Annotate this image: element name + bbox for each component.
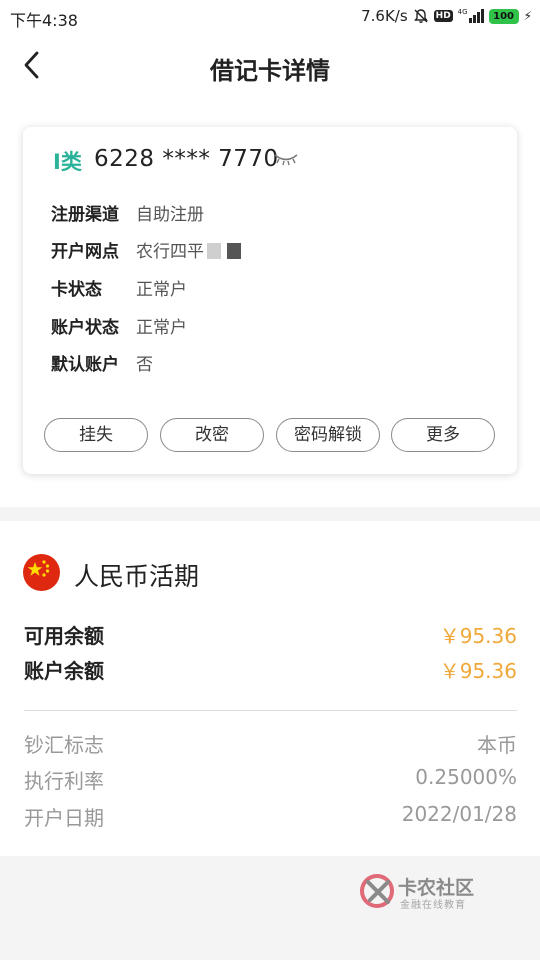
- info-label: 开户网点: [51, 242, 119, 262]
- info-row-account-status: 账户状态 正常户: [51, 316, 187, 340]
- debit-card: I类 6228 **** 7770 注册渠道 自助注册 开户网点 农行四平 卡状态正…: [23, 127, 517, 474]
- status-icons: 7.6K/s HD 4G 100 ⚡: [361, 7, 532, 25]
- info-value: 正常户: [136, 318, 187, 338]
- detail-value: 2022/01/28: [401, 802, 517, 826]
- info-label: 注册渠道: [51, 205, 119, 225]
- bell-off-icon: [413, 8, 429, 24]
- hd-icon: HD: [433, 10, 453, 22]
- detail-row-cash-flag: 钞汇标志 本币: [24, 729, 517, 757]
- redacted-mark: [207, 243, 221, 259]
- info-label: 账户状态: [51, 318, 119, 338]
- unlock-password-button[interactable]: 密码解锁: [276, 418, 380, 452]
- account-balance-label: 账户余额: [24, 659, 104, 683]
- info-row-card-status: 卡状态 正常户: [51, 278, 187, 302]
- info-value: 农行四平: [136, 242, 204, 262]
- info-row-branch: 开户网点 农行四平: [51, 240, 241, 264]
- net-speed: 7.6K/s: [361, 7, 408, 25]
- detail-value: 0.25000%: [415, 765, 517, 789]
- detail-row-open-date: 开户日期 2022/01/28: [24, 802, 517, 830]
- card-number: 6228 **** 7770: [94, 146, 279, 172]
- detail-row-interest-rate: 执行利率 0.25000%: [24, 765, 517, 793]
- account-balance-row: 账户余额 ￥95.36: [24, 655, 517, 683]
- info-value: 正常户: [136, 280, 187, 300]
- account-balance-value: ￥95.36: [439, 659, 517, 683]
- info-value: 否: [136, 355, 153, 375]
- info-label: 卡状态: [51, 280, 102, 300]
- change-password-button[interactable]: 改密: [160, 418, 264, 452]
- available-balance-row: 可用余额 ￥95.36: [24, 620, 517, 648]
- account-section: 人民币活期 可用余额 ￥95.36 账户余额 ￥95.36 钞汇标志 本币 执行…: [0, 521, 540, 856]
- info-row-channel: 注册渠道 自助注册: [51, 203, 204, 227]
- status-time: 下午4:38: [10, 11, 78, 30]
- battery-icon: 100: [488, 8, 519, 24]
- info-row-default-account: 默认账户否: [51, 353, 153, 377]
- more-button[interactable]: 更多: [391, 418, 495, 452]
- info-value: 自助注册: [136, 205, 204, 225]
- detail-label: 开户日期: [24, 806, 104, 830]
- watermark-subtitle: 金融在线教育: [400, 900, 466, 911]
- watermark-logo-icon: [360, 874, 394, 908]
- detail-label: 钞汇标志: [24, 733, 104, 757]
- redacted-mark: [227, 243, 241, 259]
- watermark: 卡农社区 金融在线教育: [360, 872, 485, 912]
- info-label: 默认账户: [51, 355, 119, 375]
- report-loss-button[interactable]: 挂失: [44, 418, 148, 452]
- charging-icon: ⚡: [523, 9, 532, 23]
- network-type: 4G: [457, 8, 468, 16]
- available-balance-label: 可用余额: [24, 624, 104, 648]
- page-title: 借记卡详情: [210, 57, 330, 85]
- currency-title: 人民币活期: [74, 562, 200, 591]
- available-balance-value: ￥95.36: [439, 624, 517, 648]
- status-bar: 下午4:38 7.6K/s HD 4G 100 ⚡: [0, 0, 540, 34]
- detail-label: 执行利率: [24, 769, 104, 793]
- divider: [24, 710, 517, 711]
- china-flag-icon: [23, 554, 60, 591]
- header: 借记卡详情: [0, 34, 540, 96]
- signal-icon: 4G: [458, 9, 484, 23]
- card-section: I类 6228 **** 7770 注册渠道 自助注册 开户网点 农行四平 卡状态正…: [0, 96, 540, 507]
- card-type-badge: I类: [53, 150, 82, 174]
- detail-value: 本币: [477, 733, 517, 757]
- eye-closed-icon[interactable]: [273, 151, 299, 166]
